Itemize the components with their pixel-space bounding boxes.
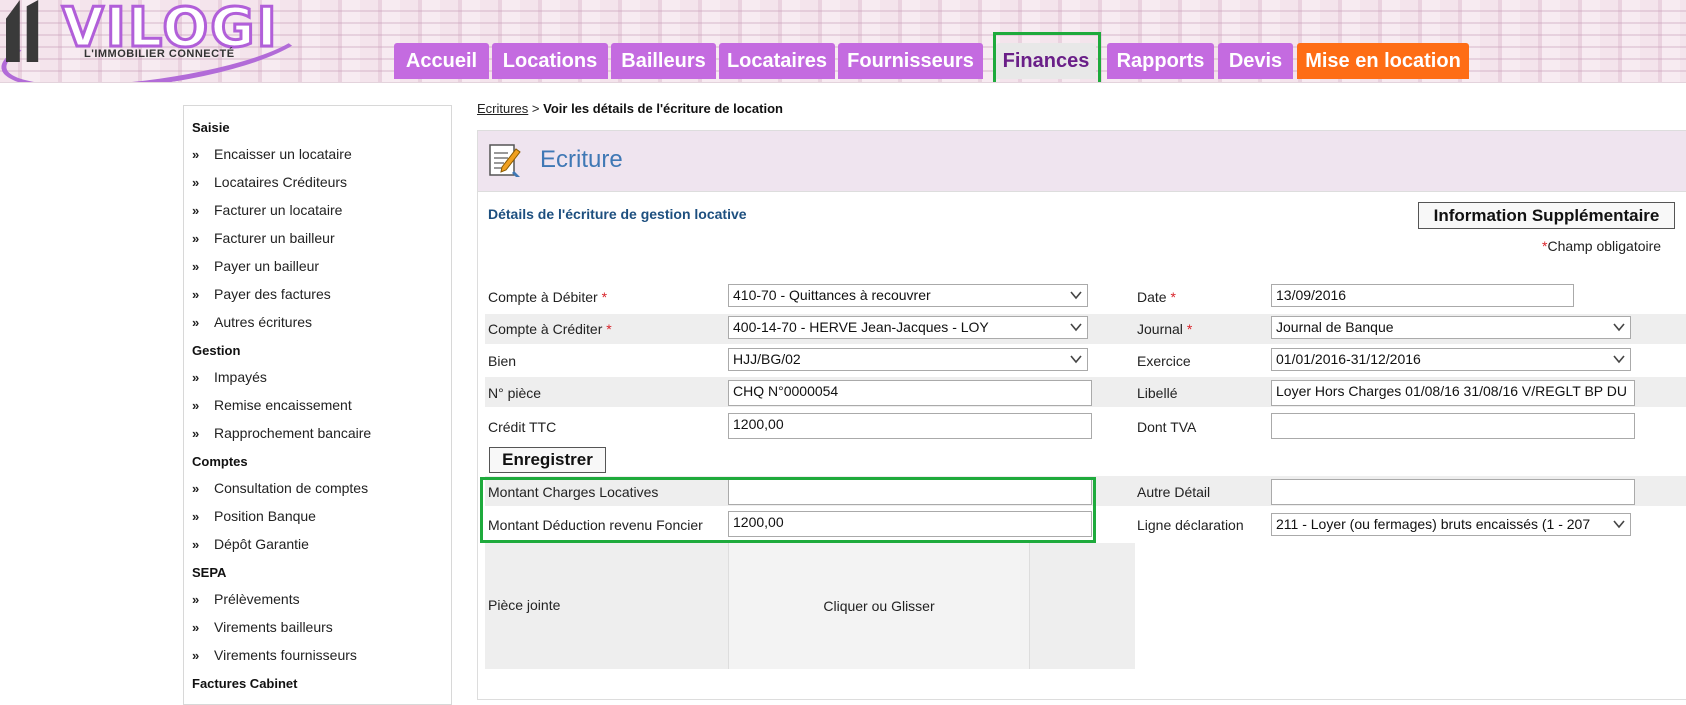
chevron-double-right-icon: » (192, 592, 200, 607)
sidebar-item-prelevements[interactable]: » Prélèvements (192, 591, 300, 607)
tab-devis[interactable]: Devis (1218, 43, 1293, 79)
credit-ttc-input[interactable]: 1200,00 (728, 413, 1092, 439)
chevron-double-right-icon: » (192, 175, 200, 190)
header: VILOGI L'IMMOBILIER CONNECTÉ Accueil Loc… (0, 0, 1686, 83)
sidebar-item-virements-fournisseurs[interactable]: » Virements fournisseurs (192, 647, 357, 663)
journal-select[interactable]: Journal de Banque (1271, 316, 1631, 339)
sidebar: Saisie » Encaisser un locataire » Locatair… (183, 105, 452, 705)
compte-debiter-label: Compte à Débiter * (488, 289, 608, 305)
sidebar-item-payer-bailleur[interactable]: » Payer un bailleur (192, 258, 319, 274)
chevron-double-right-icon: » (192, 231, 200, 246)
sidebar-item-depot-garantie[interactable]: » Dépôt Garantie (192, 536, 309, 552)
tab-locations[interactable]: Locations (492, 43, 608, 79)
panel-header: Ecriture (478, 131, 1686, 192)
chevron-double-right-icon: » (192, 481, 200, 496)
sidebar-item-facturer-bailleur[interactable]: » Facturer un bailleur (192, 230, 335, 246)
compte-crediter-select[interactable]: 400-14-70 - HERVE Jean-Jacques - LOY (728, 316, 1088, 339)
sidebar-item-position-banque[interactable]: » Position Banque (192, 508, 316, 524)
breadcrumb-current: Voir les détails de l'écriture de locati… (543, 101, 783, 116)
piece-jointe-label: Pièce jointe (488, 597, 561, 613)
compte-crediter-label: Compte à Créditer * (488, 321, 612, 337)
information-supplementaire-button[interactable]: Information Supplémentaire (1418, 202, 1675, 229)
panel-title: Ecriture (540, 146, 623, 173)
required-note: *Champ obligatoire (1542, 238, 1662, 254)
sidebar-item-consultation-comptes[interactable]: » Consultation de comptes (192, 480, 368, 496)
chevron-double-right-icon: » (192, 620, 200, 635)
chevron-double-right-icon: » (192, 426, 200, 441)
date-input[interactable]: 13/09/2016 (1271, 284, 1574, 307)
chevron-down-icon (1069, 288, 1083, 302)
chevron-double-right-icon: » (192, 370, 200, 385)
sidebar-item-facturer-locataire[interactable]: » Facturer un locataire (192, 202, 342, 218)
chevron-double-right-icon: » (192, 398, 200, 413)
piece-label: N° pièce (488, 385, 542, 401)
chevron-double-right-icon: » (192, 315, 200, 330)
chevron-double-right-icon: » (192, 509, 200, 524)
sidebar-item-rapprochement-bancaire[interactable]: » Rapprochement bancaire (192, 425, 371, 441)
chevron-down-icon (1069, 320, 1083, 334)
exercice-select[interactable]: 01/01/2016-31/12/2016 (1271, 348, 1631, 371)
tab-bailleurs[interactable]: Bailleurs (611, 43, 716, 79)
breadcrumb-separator: > (531, 101, 540, 116)
bien-label: Bien (488, 353, 517, 369)
chevron-double-right-icon: » (192, 287, 200, 302)
chevron-down-icon (1612, 517, 1626, 531)
ligne-declaration-select[interactable]: 211 - Loyer (ou fermages) bruts encaissé… (1271, 513, 1631, 536)
sidebar-section-gestion: Gestion (192, 343, 241, 358)
journal-label: Journal * (1137, 321, 1193, 337)
sidebar-item-payer-factures[interactable]: » Payer des factures (192, 286, 331, 302)
breadcrumb-link-ecritures[interactable]: Ecritures (477, 101, 528, 116)
tab-fournisseurs[interactable]: Fournisseurs (838, 43, 983, 79)
date-label: Date * (1137, 289, 1176, 305)
chevron-down-icon (1612, 352, 1626, 366)
sidebar-section-sepa: SEPA (192, 565, 227, 580)
breadcrumb: Ecritures > Voir les détails de l'écritu… (477, 101, 783, 116)
dont-tva-input[interactable] (1271, 413, 1635, 439)
chevron-double-right-icon: » (192, 259, 200, 274)
tab-mise-en-location[interactable]: Mise en location (1297, 43, 1469, 79)
montants-highlight (480, 477, 1096, 543)
exercice-label: Exercice (1137, 353, 1191, 369)
piece-input[interactable]: CHQ N°0000054 (728, 380, 1092, 406)
sidebar-section-comptes: Comptes (192, 454, 248, 469)
credit-ttc-label: Crédit TTC (488, 419, 557, 435)
logo[interactable]: VILOGI L'IMMOBILIER CONNECTÉ (0, 0, 314, 82)
sidebar-item-encaisser-locataire[interactable]: » Encaisser un locataire (192, 146, 352, 162)
ligne-declaration-label: Ligne déclaration (1137, 517, 1244, 533)
compte-debiter-select[interactable]: 410-70 - Quittances à recouvrer (728, 284, 1088, 307)
sidebar-item-impayes[interactable]: » Impayés (192, 369, 267, 385)
chevron-double-right-icon: » (192, 203, 200, 218)
sidebar-item-remise-encaissement[interactable]: » Remise encaissement (192, 397, 352, 413)
bien-select[interactable]: HJJ/BG/02 (728, 348, 1088, 371)
libelle-input[interactable]: Loyer Hors Charges 01/08/16 31/08/16 V/R… (1271, 380, 1635, 406)
libelle-label: Libellé (1137, 385, 1178, 401)
autre-detail-label: Autre Détail (1137, 484, 1211, 500)
chevron-double-right-icon: » (192, 648, 200, 663)
autre-detail-input[interactable] (1271, 479, 1635, 505)
panel-subtitle: Détails de l'écriture de gestion locativ… (488, 206, 747, 222)
tab-accueil[interactable]: Accueil (394, 43, 489, 79)
dont-tva-label: Dont TVA (1137, 419, 1197, 435)
tab-rapports[interactable]: Rapports (1107, 43, 1214, 79)
sidebar-section-factures-cabinet: Factures Cabinet (192, 676, 298, 691)
sidebar-item-locataires-crediteurs[interactable]: » Locataires Créditeurs (192, 174, 347, 190)
tab-locataires[interactable]: Locataires (719, 43, 835, 79)
sidebar-item-virements-bailleurs[interactable]: » Virements bailleurs (192, 619, 333, 635)
chevron-double-right-icon: » (192, 147, 200, 162)
logo-tagline: L'IMMOBILIER CONNECTÉ (84, 48, 235, 60)
chevron-double-right-icon: » (192, 537, 200, 552)
chevron-down-icon (1612, 320, 1626, 334)
sidebar-item-autres-ecritures[interactable]: » Autres écritures (192, 314, 312, 330)
file-dropzone[interactable]: Cliquer ou Glisser (728, 543, 1030, 669)
piece-jointe-area: Pièce jointe Cliquer ou Glisser (485, 543, 1135, 669)
chevron-down-icon (1069, 352, 1083, 366)
edit-document-icon (489, 144, 521, 177)
finances-highlight (993, 32, 1101, 82)
enregistrer-button[interactable]: Enregistrer (489, 447, 606, 473)
sidebar-section-saisie: Saisie (192, 120, 230, 135)
